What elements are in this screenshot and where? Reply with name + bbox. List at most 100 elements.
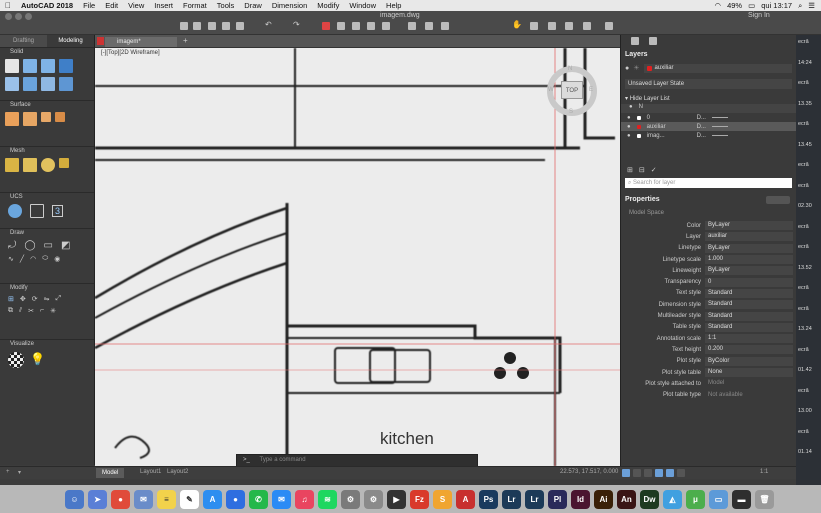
tab-modeling[interactable]: Modeling [47,35,94,47]
desktop-file-label[interactable]: ecrã [798,80,809,86]
view-icon[interactable] [565,22,573,30]
property-value[interactable]: auxiliar [705,232,793,242]
dock-app-icon[interactable]: ▬ [732,489,751,509]
ellipse-icon[interactable]: ⬭ [42,255,48,263]
dock-app-icon[interactable]: ≡ [157,489,176,509]
clock[interactable]: qui 13:17 [761,1,792,11]
menu-modify[interactable]: Modify [312,1,344,10]
menu-window[interactable]: Window [344,1,381,10]
box-icon[interactable] [5,59,19,73]
property-row[interactable]: Linetype scale 1.000 [621,254,796,265]
dock-app-icon[interactable]: ✆ [249,489,268,509]
layer-search-input[interactable]: ⌕ Search for layer [625,178,792,188]
dock-app-icon[interactable]: ✎ [180,489,199,509]
property-value[interactable]: 1.000 [705,255,793,265]
tab-layout2[interactable]: Layout2 [167,469,188,475]
menu-insert[interactable]: Insert [149,1,178,10]
rotate-icon[interactable]: ⟳ [32,295,38,303]
spline-icon[interactable]: ∿ [8,255,14,263]
hide-layer-list-toggle[interactable]: ▾ Hide Layer List [621,94,796,104]
wifi-icon[interactable]: ◠ [715,1,722,11]
property-value[interactable]: 1:1 [705,334,793,344]
workspace-icon[interactable] [382,22,390,30]
menu-view[interactable]: View [123,1,149,10]
tab-imagem[interactable]: imagem* [105,37,177,47]
dock-app-icon[interactable]: ▶ [387,489,406,509]
extrude-icon[interactable] [41,59,55,73]
tab-model[interactable]: Model [96,468,125,478]
desktop-file-label[interactable]: 01.42 [798,367,812,373]
battery-level[interactable]: 49% [727,1,742,11]
section-title[interactable]: UCS [0,193,94,202]
print-icon[interactable] [236,22,244,30]
dock-app-icon[interactable]: Ps [479,489,498,509]
hatch-icon[interactable]: ◩ [61,240,70,251]
property-row[interactable]: Plot style ByColor [621,356,796,367]
property-row[interactable]: Lineweight ByLayer [621,265,796,276]
command-input[interactable]: Type a command [260,457,306,463]
network-surface-icon[interactable] [5,112,19,126]
share-icon[interactable] [352,22,360,30]
properties-icon[interactable] [441,22,449,30]
new-file-icon[interactable] [180,22,188,30]
property-value[interactable]: 0 [705,277,793,287]
rectangle-icon[interactable]: ▭ [44,240,53,251]
desktop-file-label[interactable]: ecrã [798,162,809,168]
new-tab-button[interactable]: + [183,36,188,45]
property-value[interactable]: Model [705,379,793,388]
property-value[interactable]: ByLayer [705,266,793,276]
desktop-file-label[interactable]: 14:24 [798,60,812,66]
tab-layout1[interactable]: Layout1 [140,469,161,475]
menu-dimension[interactable]: Dimension [267,1,312,10]
dock-app-icon[interactable]: ➤ [88,489,107,509]
pan-icon[interactable]: ✋ [512,20,522,29]
dock-app-icon[interactable]: Lr [502,489,521,509]
dock-app-icon[interactable]: Dw [640,489,659,509]
layout-menu-icon[interactable]: ▾ [18,469,21,476]
desktop-file-label[interactable]: ecrã [798,121,809,127]
dock-app-icon[interactable]: ≋ [318,489,337,509]
mirror-icon[interactable]: ⇋ [44,295,50,303]
property-value[interactable]: Standard [705,311,793,321]
search-icon[interactable]: ⌕ [798,1,802,11]
viewport-controls[interactable]: [-][Top][2D Wireframe] [101,50,160,56]
patch-icon[interactable] [55,112,65,122]
loft-icon[interactable] [41,77,55,91]
property-row[interactable]: Layer auxiliar [621,231,796,242]
desktop-file-label[interactable]: 01.14 [798,449,812,455]
plot-icon[interactable] [322,22,330,30]
array-icon[interactable]: ⊞ [8,295,14,303]
compass-s[interactable]: S [569,109,573,115]
ucs-3point-icon[interactable]: 3 [52,205,64,217]
mesh-refine-icon[interactable] [59,158,69,168]
polyline-icon[interactable]: ⤾ [8,240,16,251]
annotation-scale[interactable]: 1:1 [760,469,768,475]
sweep-icon[interactable] [23,77,37,91]
dock-app-icon[interactable]: Id [571,489,590,509]
compass-w[interactable]: W [548,87,554,93]
col-status[interactable]: ● [629,104,633,113]
region-icon[interactable]: ◉ [54,255,60,263]
dock-app-icon[interactable]: A [203,489,222,509]
dock-app-icon[interactable]: Lr [525,489,544,509]
menu-list-icon[interactable]: ☰ [808,1,815,11]
layer-on-icon[interactable]: ● [627,115,631,121]
dock-app-icon[interactable]: ♫ [295,489,314,509]
fillet-icon[interactable]: ⌐ [40,307,44,315]
blend-icon[interactable] [41,112,51,122]
mesh-box-icon[interactable] [5,158,19,172]
layer-color-icon[interactable] [636,124,641,129]
viewcube[interactable]: TOP N S E W [535,54,610,129]
dock-app-icon[interactable]: An [617,489,636,509]
dock-app-icon[interactable]: ✉ [272,489,291,509]
col-name[interactable]: N [639,104,643,113]
menu-draw[interactable]: Draw [239,1,267,10]
viewcube-top[interactable]: TOP [561,81,583,99]
desktop-file-label[interactable]: ecrã [798,429,809,435]
desktop-file-label[interactable]: 13.24 [798,326,812,332]
property-row[interactable]: Linetype ByLayer [621,243,796,254]
line-icon[interactable]: ╱ [20,255,24,263]
zoom-icon[interactable] [548,22,556,30]
apple-menu[interactable]:  [0,1,16,10]
app-menu[interactable]: AutoCAD 2018 [16,1,78,10]
